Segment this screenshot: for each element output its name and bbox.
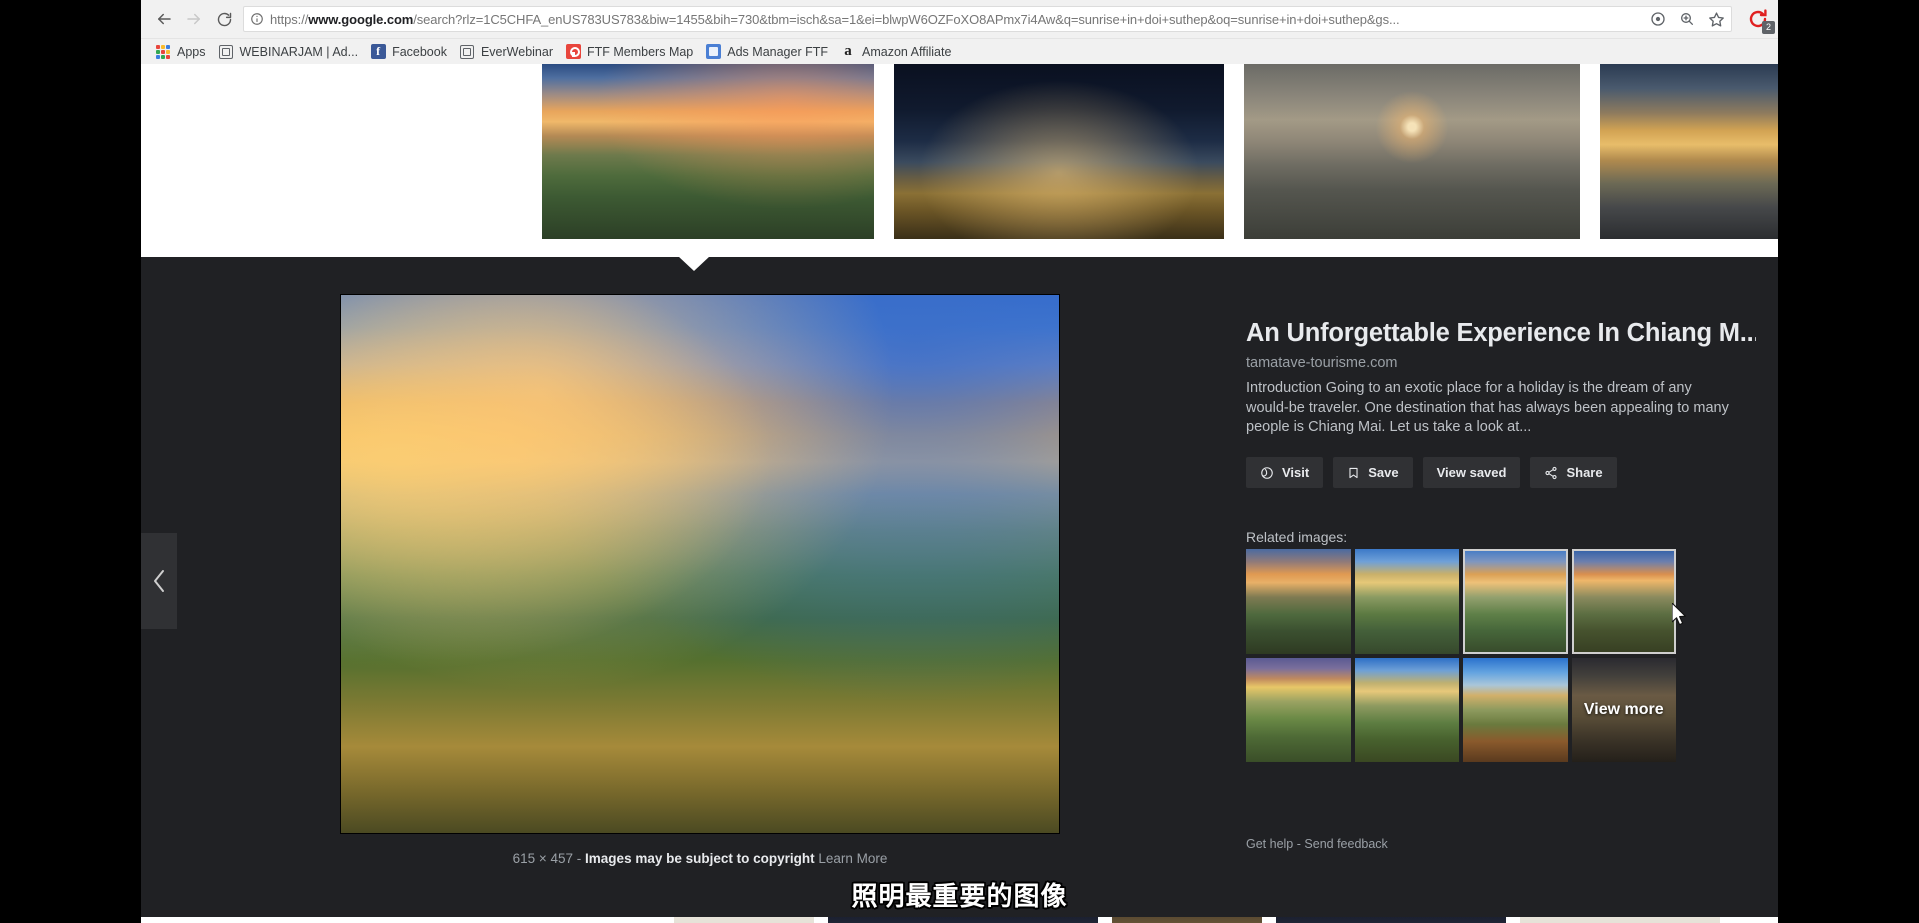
result-thumb-sunset-crowd-silhouette[interactable] [154, 64, 522, 239]
omnibox-icons [1650, 11, 1725, 28]
reload-button[interactable] [209, 4, 239, 34]
panel-footer-links: Get help - Send feedback [1246, 837, 1388, 851]
bookmark-label: Facebook [392, 44, 447, 59]
related-image-6[interactable] [1354, 657, 1459, 762]
source-info-panel: An Unforgettable Experience In Chiang M.… [1246, 257, 1756, 917]
related-image-4-hovered[interactable] [1571, 549, 1676, 654]
result-thumb-dark-silhouette[interactable] [828, 917, 1098, 923]
hero-image[interactable] [340, 294, 1060, 834]
browser-chrome: https://www.google.com/search?rlz=1C5CHF… [141, 0, 1778, 64]
bookmark-webinarjam[interactable]: WEBINARJAM | Ad... [214, 42, 367, 62]
related-image-2[interactable] [1354, 549, 1459, 654]
bookmark-ads-manager-ftf[interactable]: Ads Manager FTF [701, 42, 836, 62]
result-thumb-golden-cloud-sunset[interactable] [1600, 64, 1778, 239]
share-button[interactable]: Share [1530, 457, 1617, 488]
hero-image-wrapper [340, 294, 1060, 834]
url-text: https://www.google.com/search?rlz=1C5CHF… [270, 12, 1640, 27]
bookmark-facebook[interactable]: f Facebook [366, 42, 455, 62]
view-more-label: View more [1583, 701, 1664, 719]
related-images-grid: View more [1246, 549, 1676, 762]
bookmark-star-icon[interactable] [1708, 11, 1725, 28]
red-refresh-extension-icon[interactable]: 2 [1746, 7, 1775, 34]
visit-button[interactable]: Visit [1246, 457, 1324, 488]
result-thumb-document-1[interactable] [154, 917, 476, 923]
result-thumb-document-2[interactable] [490, 917, 660, 923]
browser-toolbar: https://www.google.com/search?rlz=1C5CHF… [141, 0, 1778, 38]
save-button[interactable]: Save [1333, 457, 1413, 488]
ads-manager-icon [705, 44, 721, 60]
bookmark-label: Amazon Affiliate [862, 44, 952, 59]
related-image-5[interactable] [1246, 657, 1351, 762]
view-more-tile[interactable]: View more [1571, 657, 1676, 762]
result-thumb-dark-mountain[interactable] [1276, 917, 1506, 923]
result-thumb-hazy-sunrise-viewpoint[interactable] [1244, 64, 1580, 239]
result-thumb-doi-suthep-pagodas-garden[interactable] [542, 64, 874, 239]
image-detail-viewer: 615 × 457 - Images may be subject to cop… [141, 256, 1778, 917]
address-bar[interactable]: https://www.google.com/search?rlz=1C5CHF… [243, 6, 1732, 32]
window-square-icon [218, 44, 234, 60]
facebook-icon: f [370, 44, 386, 60]
view-saved-label: View saved [1436, 465, 1507, 480]
page-title[interactable]: An Unforgettable Experience In Chiang M.… [1246, 319, 1756, 348]
source-description: Introduction Going to an exotic place fo… [1246, 380, 1729, 435]
image-dimensions: 615 × 457 [512, 851, 574, 866]
extension-badge-count: 2 [1762, 21, 1775, 34]
copyright-notice: Images may be subject to copyright [585, 851, 815, 866]
globe-icon [1260, 466, 1274, 480]
result-thumb-chiang-mai-city-night[interactable] [894, 64, 1224, 239]
image-caption: 615 × 457 - Images may be subject to cop… [340, 851, 1060, 866]
screen-root: https://www.google.com/search?rlz=1C5CHF… [0, 0, 1919, 923]
extensions-area: 2 [1738, 7, 1775, 34]
google-images-page: 615 × 457 - Images may be subject to cop… [141, 64, 1778, 923]
map-pin-icon [565, 44, 581, 60]
related-image-3-selected[interactable] [1463, 549, 1568, 654]
bookmark-amazon-affiliate[interactable]: a Amazon Affiliate [836, 42, 959, 62]
bookmark-label: Ads Manager FTF [727, 44, 828, 59]
search-results-row-top [141, 64, 1778, 257]
footer-separator: - [1296, 837, 1301, 851]
target-icon[interactable] [1650, 11, 1666, 27]
caption-separator: - [576, 851, 582, 866]
bookmark-label: FTF Members Map [587, 44, 694, 59]
related-image-1[interactable] [1246, 549, 1351, 654]
get-help-link[interactable]: Get help [1246, 837, 1293, 851]
url-host: www.google.com [308, 11, 414, 27]
learn-more-link[interactable]: Learn More [818, 851, 887, 866]
visit-label: Visit [1282, 465, 1310, 480]
back-button[interactable] [149, 4, 179, 34]
url-prefix: https:// [270, 11, 309, 27]
apps-grid-icon [155, 44, 171, 60]
zoom-search-icon[interactable] [1679, 11, 1695, 27]
url-rest: /search?rlz=1C5CHFA_enUS783US783&biw=145… [413, 11, 1400, 27]
share-label: Share [1566, 465, 1603, 480]
view-saved-button[interactable]: View saved [1422, 457, 1521, 488]
source-domain: tamatave-tourisme.com [1246, 355, 1398, 371]
bookmark-label: Apps [177, 44, 206, 59]
bookmark-everwebinar[interactable]: EverWebinar [455, 42, 561, 62]
bookmark-ftf-members-map[interactable]: FTF Members Map [561, 42, 701, 62]
save-label: Save [1368, 465, 1399, 480]
result-thumb-tan-landscape[interactable] [674, 917, 814, 923]
share-icon [1544, 466, 1558, 480]
bookmark-apps[interactable]: Apps [151, 42, 214, 62]
related-images-label: Related images: [1246, 529, 1348, 545]
forward-button[interactable] [179, 4, 209, 34]
amazon-icon: a [844, 43, 852, 59]
action-button-row: Visit Save View saved Share [1246, 457, 1617, 488]
search-results-row-bottom [141, 917, 1778, 923]
bookmark-label: WEBINARJAM | Ad... [239, 44, 359, 59]
bookmark-label: EverWebinar [480, 44, 553, 59]
result-thumb-wide-landscape[interactable] [1520, 917, 1720, 923]
info-circle-icon[interactable] [250, 12, 264, 26]
previous-image-button[interactable] [141, 533, 177, 629]
send-feedback-link[interactable]: Send feedback [1304, 837, 1387, 851]
bookmark-icon [1347, 466, 1360, 480]
result-thumb-golden-sunset[interactable] [1112, 917, 1262, 923]
related-image-7[interactable] [1463, 657, 1568, 762]
viewer-caret-indicator [678, 256, 710, 271]
bookmarks-bar: Apps WEBINARJAM | Ad... f Facebook EverW… [141, 38, 1778, 64]
window-square-icon [459, 44, 475, 60]
